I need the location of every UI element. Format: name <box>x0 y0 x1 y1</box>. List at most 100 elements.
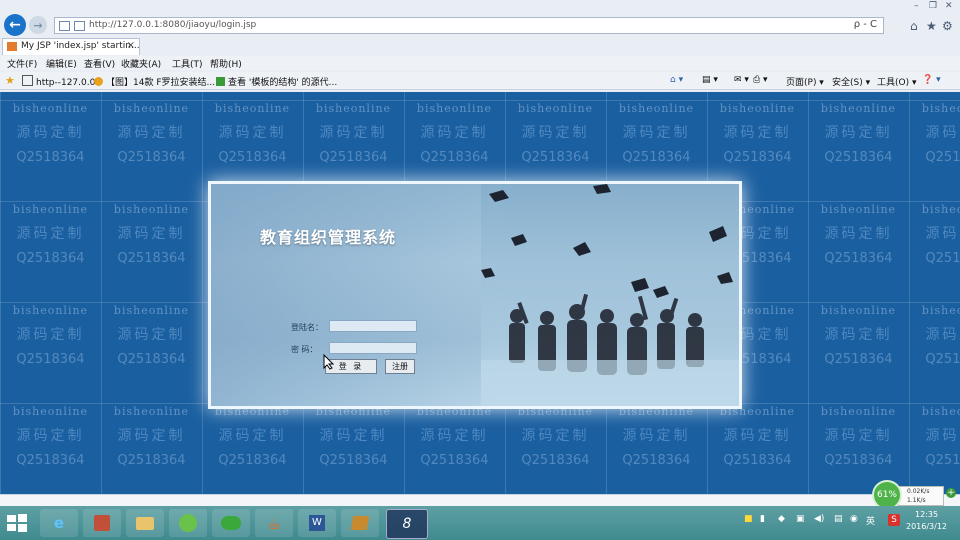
forward-button[interactable]: → <box>29 16 47 34</box>
taskbar-clock[interactable]: 12:35 2016/3/12 <box>906 509 947 533</box>
folder-taskbar-icon[interactable] <box>126 509 164 537</box>
watermark-text: Q2518364 <box>420 150 489 165</box>
home-cmd-icon[interactable]: ⌂ ▾ <box>670 75 683 85</box>
print-icon[interactable]: ⎙ ▾ <box>753 75 768 85</box>
cmd-safety[interactable]: 安全(S) ▾ <box>832 75 870 88</box>
cmd-page[interactable]: 页面(P) ▾ <box>786 75 824 88</box>
watermark-text: 源码定制 <box>16 428 85 444</box>
cmd-help[interactable]: ❓ ▾ <box>922 75 941 85</box>
recorder-taskbar-icon[interactable]: 8 <box>386 509 428 539</box>
watermark-text: Q2518364 <box>925 150 960 165</box>
search-refresh-icons[interactable]: ρ - C <box>854 19 877 30</box>
book-taskbar-icon[interactable] <box>341 509 379 537</box>
tray-input-icon[interactable]: 英 <box>866 514 875 527</box>
username-input[interactable] <box>329 320 417 332</box>
watermark-text: Q2518364 <box>824 453 893 468</box>
tray-signal-icon[interactable]: ▮ <box>760 514 765 524</box>
word-taskbar-icon[interactable]: W <box>298 509 336 537</box>
download-speed: 1.1K/s <box>907 497 926 504</box>
watermark-row: bisheonline bisheonline bisheonline bisheon… <box>0 102 960 115</box>
plus-icon[interactable]: + <box>946 488 956 498</box>
watermark-text: 源码定制 <box>824 428 893 444</box>
star-icon[interactable]: ★ <box>926 19 937 33</box>
arrow-right-icon: → <box>33 18 43 32</box>
tray-flag-icon[interactable]: ■ <box>744 514 753 524</box>
watermark-text: Q2518364 <box>824 251 893 266</box>
username-label: 登陆名： <box>291 323 323 332</box>
browser-tab[interactable]: My JSP 'index.jsp' startin... × <box>2 38 140 55</box>
back-button[interactable]: ← <box>4 14 26 36</box>
watermark-text: Q2518364 <box>925 251 960 266</box>
menu-edit[interactable]: 编辑(E) <box>46 57 77 70</box>
tray-ime-icon[interactable]: ▤ <box>834 514 843 524</box>
app-taskbar-icon[interactable] <box>83 509 121 537</box>
menu-tools[interactable]: 工具(T) <box>172 57 203 70</box>
tray-network-icon[interactable]: ▣ <box>796 514 805 524</box>
watermark-text: 源码定制 <box>117 428 186 444</box>
watermark-text: bisheonline <box>820 304 897 317</box>
green-app-taskbar-icon[interactable] <box>169 509 207 537</box>
java-taskbar-icon[interactable]: ☕ <box>255 509 293 537</box>
watermark-row: 源码定制 源码定制 源码定制 源码定制 源码定制 源码定制 源码定制 源码定制 源码定制 源码定制 <box>0 425 960 445</box>
menu-bar: 文件(F) 编辑(E) 查看(V) 收藏夹(A) 工具(T) 帮助(H) <box>0 56 960 70</box>
tray-security-icon[interactable]: ◉ <box>850 514 858 524</box>
favorite-link-2[interactable]: 【图】14款 F罗拉安装结... <box>94 75 215 88</box>
minimize-icon[interactable]: – <box>914 1 919 11</box>
windows-start-icon[interactable] <box>6 513 28 533</box>
watermark-text: Q2518364 <box>420 453 489 468</box>
url-text[interactable]: http://127.0.0.1:8080/jiaoyu/login.jsp <box>89 20 256 30</box>
watermark-text: bisheonline <box>921 304 960 317</box>
watermark-text: Q2518364 <box>925 352 960 367</box>
close-window-icon[interactable]: ✕ <box>945 1 953 11</box>
favorite-link-3-label: 查看 '模板的结构' 的源代... <box>228 78 338 88</box>
watermark-text: Q2518364 <box>117 352 186 367</box>
ie-taskbar-icon[interactable]: e <box>40 509 78 537</box>
watermark-text: 源码定制 <box>117 125 186 141</box>
watermark-text: Q2518364 <box>117 251 186 266</box>
menu-favorites[interactable]: 收藏夹(A) <box>121 57 161 70</box>
upload-speed: 0.02K/s <box>907 488 930 495</box>
watermark-text: 源码定制 <box>824 125 893 141</box>
compat-view-icon[interactable] <box>59 21 70 31</box>
password-label: 密 码： <box>291 345 318 354</box>
cmd-tools[interactable]: 工具(O) ▾ <box>877 75 917 88</box>
clock-time: 12:35 <box>914 510 939 519</box>
home-icon[interactable]: ⌂ <box>910 19 918 33</box>
watermark-text: bisheonline <box>12 304 89 317</box>
watermark-text: 源码定制 <box>218 428 287 444</box>
menu-view[interactable]: 查看(V) <box>84 57 115 70</box>
tray-volume-icon[interactable]: ◀) <box>814 514 824 524</box>
watermark-text: bisheonline <box>618 102 695 115</box>
speed-readout: 0.02K/s 1.1K/s <box>898 486 944 506</box>
watermark-text: 源码定制 <box>521 125 590 141</box>
page-icon <box>22 75 33 86</box>
watermark-text: Q2518364 <box>16 352 85 367</box>
watermark-text: bisheonline <box>820 203 897 216</box>
watermark-text: bisheonline <box>214 102 291 115</box>
gear-icon[interactable]: ⚙ <box>942 19 953 33</box>
page-icon <box>216 77 225 86</box>
watermark-text: Q2518364 <box>319 150 388 165</box>
address-bar[interactable]: http://127.0.0.1:8080/jiaoyu/login.jsp ρ… <box>54 17 884 34</box>
feeds-icon[interactable]: ▤ ▾ <box>702 75 718 85</box>
watermark-text: Q2518364 <box>622 150 691 165</box>
menu-help[interactable]: 帮助(H) <box>210 57 242 70</box>
watermark-text: bisheonline <box>921 102 960 115</box>
tab-close-icon[interactable]: × <box>127 40 135 51</box>
graduates-photo <box>481 184 739 406</box>
watermark-text: 源码定制 <box>319 428 388 444</box>
favorites-star-icon[interactable]: ★ <box>5 74 15 87</box>
watermark-text: 源码定制 <box>16 125 85 141</box>
tray-app-icon[interactable]: ◆ <box>778 514 785 524</box>
favorite-link-3[interactable]: 查看 '模板的结构' 的源代... <box>216 75 337 88</box>
restore-icon[interactable]: ❐ <box>929 1 937 11</box>
wechat-taskbar-icon[interactable] <box>212 509 250 537</box>
tray-s-icon[interactable]: S <box>888 514 900 526</box>
password-input[interactable] <box>329 342 417 354</box>
menu-file[interactable]: 文件(F) <box>7 57 37 70</box>
watermark-row: Q2518364 Q2518364 Q2518364 Q2518364 Q2518364… <box>0 150 960 165</box>
register-button[interactable]: 注册 <box>385 359 415 374</box>
favorite-link-1[interactable]: http--127.0.0 <box>22 75 95 88</box>
arrow-left-icon: ← <box>9 17 21 33</box>
mail-icon[interactable]: ✉ ▾ <box>734 75 749 85</box>
